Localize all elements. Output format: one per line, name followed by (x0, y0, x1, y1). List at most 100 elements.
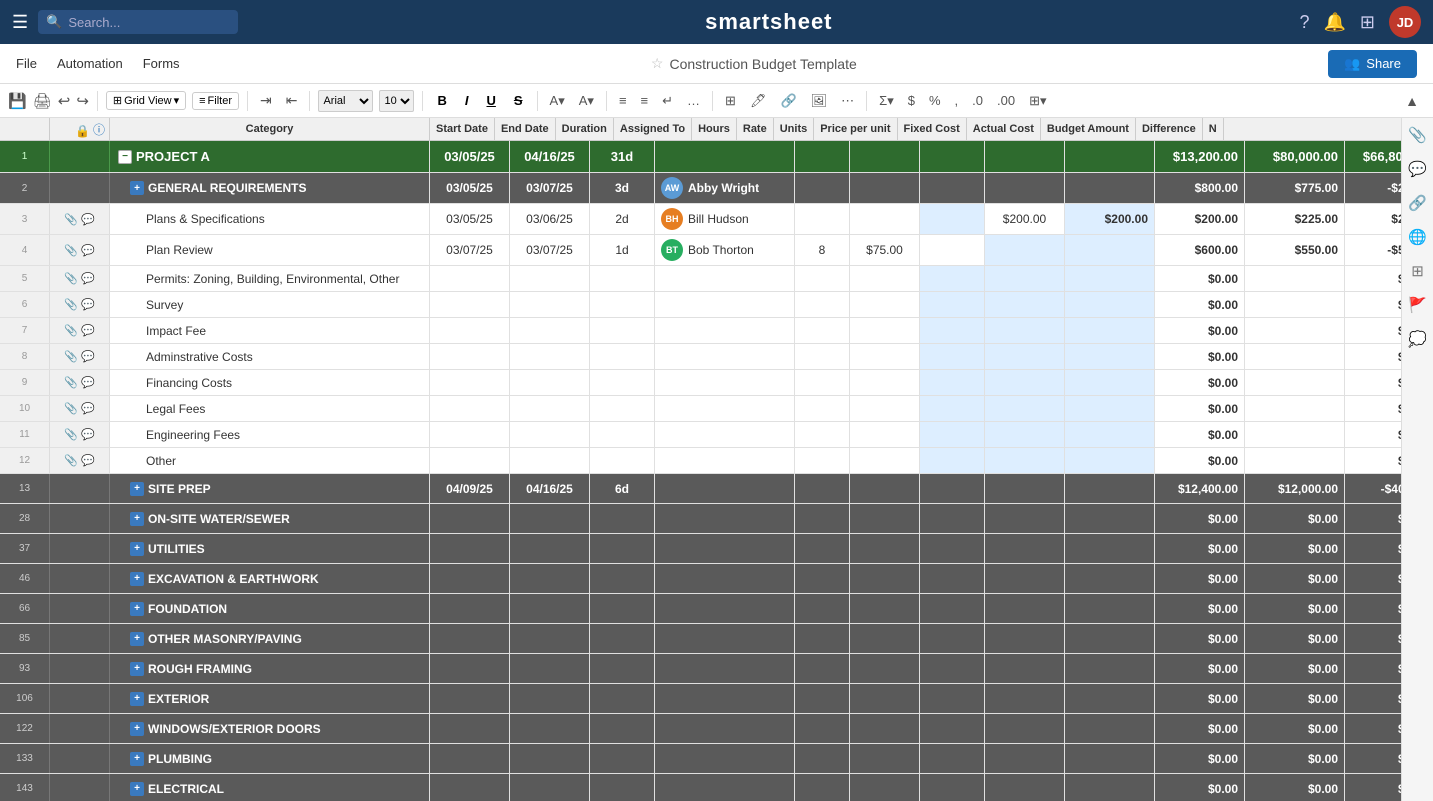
attachment-icon[interactable]: 📎 (64, 298, 78, 311)
cell-budgetamount[interactable] (1245, 292, 1345, 317)
fill-color-icon[interactable]: A▾ (546, 91, 569, 111)
table-row[interactable]: 133+PLUMBING$0.00$0.00$0.00 (0, 744, 1401, 774)
cell-actualcost[interactable]: $600.00 (1155, 235, 1245, 265)
cell-rate[interactable] (850, 504, 920, 533)
expand-icon[interactable]: + (130, 632, 144, 646)
cell-budgetamount[interactable]: $0.00 (1245, 534, 1345, 563)
cell-category[interactable]: Engineering Fees (110, 422, 430, 447)
cell-assigned[interactable] (655, 318, 795, 343)
cell-rate[interactable] (850, 370, 920, 395)
cell-duration[interactable]: 31d (590, 141, 655, 172)
cell-priceunit[interactable] (985, 774, 1065, 801)
attachment-icon[interactable]: 📎 (64, 428, 78, 441)
cell-difference[interactable]: -$400.00 (1345, 474, 1401, 503)
cell-hours[interactable] (795, 474, 850, 503)
cell-hours[interactable] (795, 744, 850, 773)
col-header-rate[interactable]: Rate (737, 118, 774, 140)
table-row[interactable]: 143+ELECTRICAL$0.00$0.00$0.00 (0, 774, 1401, 801)
cell-rate[interactable] (850, 292, 920, 317)
cell-priceunit[interactable]: $200.00 (985, 204, 1065, 234)
cell-units[interactable] (920, 422, 985, 447)
file-menu[interactable]: File (16, 56, 37, 71)
cell-hours[interactable] (795, 534, 850, 563)
cell-assigned[interactable] (655, 370, 795, 395)
cell-duration[interactable] (590, 504, 655, 533)
cell-actualcost[interactable]: $0.00 (1155, 624, 1245, 653)
notification-icon[interactable]: 🔔 (1323, 12, 1345, 33)
cell-budgetamount[interactable] (1245, 344, 1345, 369)
cell-units[interactable] (920, 684, 985, 713)
cell-assigned[interactable] (655, 744, 795, 773)
cell-duration[interactable] (590, 318, 655, 343)
cell-rate[interactable] (850, 396, 920, 421)
cell-actualcost[interactable]: $0.00 (1155, 396, 1245, 421)
sidebar-flag-icon[interactable]: 🚩 (1408, 296, 1427, 314)
cell-fixedcost[interactable] (1065, 714, 1155, 743)
cell-rate[interactable] (850, 774, 920, 801)
col-header-notes[interactable]: N (1203, 118, 1224, 140)
cell-rate[interactable] (850, 594, 920, 623)
cell-startdate[interactable] (430, 684, 510, 713)
cell-assigned[interactable] (655, 654, 795, 683)
cell-priceunit[interactable] (985, 534, 1065, 563)
cell-actualcost[interactable]: $0.00 (1155, 534, 1245, 563)
comment-icon[interactable]: 💬 (81, 298, 95, 311)
cell-actualcost[interactable]: $0.00 (1155, 774, 1245, 801)
cell-startdate[interactable] (430, 654, 510, 683)
cell-budgetamount[interactable]: $0.00 (1245, 564, 1345, 593)
cell-startdate[interactable]: 03/05/25 (430, 204, 510, 234)
expand-icon[interactable]: + (130, 542, 144, 556)
cell-enddate[interactable] (510, 318, 590, 343)
cell-fixedcost[interactable] (1065, 266, 1155, 291)
cell-enddate[interactable] (510, 684, 590, 713)
cell-actualcost[interactable]: $0.00 (1155, 266, 1245, 291)
comment-icon[interactable]: 💬 (81, 213, 95, 226)
cell-priceunit[interactable] (985, 624, 1065, 653)
cell-startdate[interactable] (430, 564, 510, 593)
cell-rate[interactable] (850, 318, 920, 343)
cell-duration[interactable] (590, 396, 655, 421)
cell-category[interactable]: Plans & Specifications (110, 204, 430, 234)
cell-rate[interactable] (850, 448, 920, 473)
cell-units[interactable] (920, 141, 985, 172)
decimal-dec-icon[interactable]: .0 (968, 91, 987, 110)
cell-fixedcost[interactable] (1065, 534, 1155, 563)
cell-actualcost[interactable]: $0.00 (1155, 714, 1245, 743)
cell-actualcost[interactable]: $0.00 (1155, 318, 1245, 343)
sidebar-link-icon[interactable]: 🔗 (1408, 194, 1427, 212)
cell-difference[interactable]: $0.00 (1345, 744, 1401, 773)
cell-units[interactable] (920, 266, 985, 291)
cell-fixedcost[interactable] (1065, 235, 1155, 265)
cell-priceunit[interactable] (985, 292, 1065, 317)
expand-icon[interactable]: + (130, 602, 144, 616)
cell-enddate[interactable]: 03/07/25 (510, 173, 590, 203)
col-header-end-date[interactable]: End Date (495, 118, 556, 140)
table-row[interactable]: 4📎💬Plan Review03/07/2503/07/251dBTBob Th… (0, 235, 1401, 266)
cell-actualcost[interactable]: $0.00 (1155, 292, 1245, 317)
cell-difference[interactable]: $0.00 (1345, 422, 1401, 447)
cell-fixedcost[interactable] (1065, 504, 1155, 533)
cell-difference[interactable]: $0.00 (1345, 504, 1401, 533)
attachment-icon[interactable]: 📎 (64, 272, 78, 285)
cell-startdate[interactable] (430, 344, 510, 369)
cell-rate[interactable] (850, 422, 920, 447)
cell-hours[interactable] (795, 684, 850, 713)
attachment-icon[interactable]: 📎 (64, 324, 78, 337)
cell-startdate[interactable] (430, 422, 510, 447)
attachment-icon[interactable]: 📎 (64, 376, 78, 389)
cell-enddate[interactable] (510, 370, 590, 395)
cell-category[interactable]: +UTILITIES (110, 534, 430, 563)
cell-fixedcost[interactable] (1065, 474, 1155, 503)
cell-category[interactable]: +ROUGH FRAMING (110, 654, 430, 683)
cell-budgetamount[interactable]: $0.00 (1245, 744, 1345, 773)
cell-actualcost[interactable]: $0.00 (1155, 654, 1245, 683)
cell-difference[interactable]: -$25.00 (1345, 173, 1401, 203)
cell-fixedcost[interactable] (1065, 774, 1155, 801)
cell-units[interactable] (920, 654, 985, 683)
cell-fixedcost[interactable] (1065, 318, 1155, 343)
cell-priceunit[interactable] (985, 422, 1065, 447)
cell-units[interactable] (920, 594, 985, 623)
expand-icon[interactable]: + (130, 692, 144, 706)
cell-actualcost[interactable]: $12,400.00 (1155, 474, 1245, 503)
table-row[interactable]: 6📎💬Survey$0.00$0.00 (0, 292, 1401, 318)
